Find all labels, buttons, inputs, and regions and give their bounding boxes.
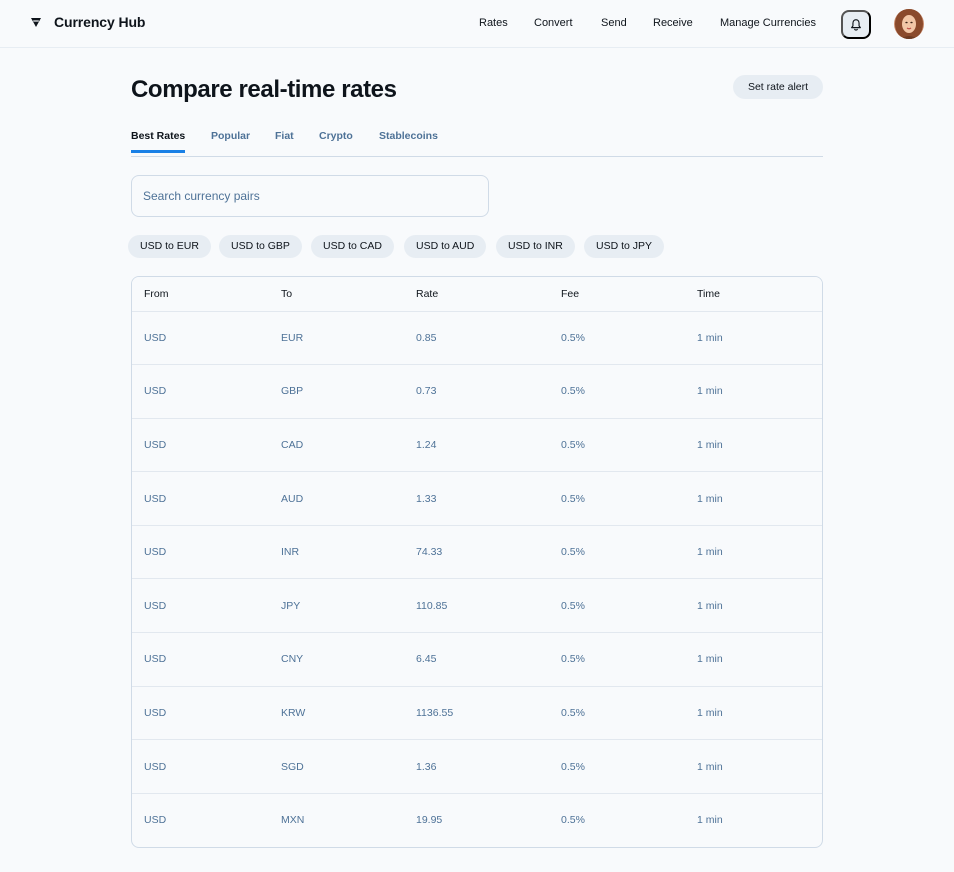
avatar-portrait <box>894 9 924 39</box>
cell-time: 1 min <box>685 364 822 419</box>
cell-fee: 0.5% <box>549 632 685 687</box>
page-title: Compare real-time rates <box>131 76 397 103</box>
cell-from: USD <box>132 524 269 579</box>
cell-fee: 0.5% <box>549 792 685 847</box>
user-avatar[interactable] <box>894 9 924 39</box>
main-nav: Rates Convert Send Receive Manage Curren… <box>0 17 954 33</box>
bell-icon <box>851 18 861 31</box>
tab-fiat[interactable]: Fiat <box>275 130 294 153</box>
cell-fee: 0.5% <box>549 364 685 419</box>
nav-link-manage-currencies[interactable]: Manage Currencies <box>720 17 816 29</box>
table-row[interactable]: USD INR 74.33 0.5% 1 min <box>132 524 822 579</box>
cell-from: USD <box>132 685 269 740</box>
table-header-row: From To Rate Fee Time <box>132 277 822 311</box>
cell-time: 1 min <box>685 471 822 526</box>
cell-to: EUR <box>269 310 404 365</box>
cell-to: AUD <box>269 471 404 526</box>
table-row[interactable]: USD GBP 0.73 0.5% 1 min <box>132 364 822 419</box>
cell-time: 1 min <box>685 578 822 633</box>
notifications-button[interactable] <box>841 10 871 39</box>
chip-usd-cad[interactable]: USD to CAD <box>311 235 394 258</box>
rates-table: From To Rate Fee Time USD EUR 0.85 0.5% … <box>131 276 823 848</box>
cell-rate: 1136.55 <box>404 685 549 740</box>
cell-to: CNY <box>269 632 404 687</box>
cell-fee: 0.5% <box>549 685 685 740</box>
table-row[interactable]: USD SGD 1.36 0.5% 1 min <box>132 739 822 794</box>
table-row[interactable]: USD CNY 6.45 0.5% 1 min <box>132 632 822 687</box>
tab-crypto[interactable]: Crypto <box>319 130 353 153</box>
table-row[interactable]: USD MXN 19.95 0.5% 1 min <box>132 792 822 847</box>
cell-from: USD <box>132 739 269 794</box>
chip-usd-inr[interactable]: USD to INR <box>496 235 575 258</box>
cell-from: USD <box>132 364 269 419</box>
cell-fee: 0.5% <box>549 310 685 365</box>
cell-to: SGD <box>269 739 404 794</box>
cell-fee: 0.5% <box>549 471 685 526</box>
cell-rate: 19.95 <box>404 792 549 847</box>
table-row[interactable]: USD AUD 1.33 0.5% 1 min <box>132 471 822 526</box>
cell-rate: 74.33 <box>404 524 549 579</box>
nav-link-rates[interactable]: Rates <box>479 17 508 29</box>
column-header-time: Time <box>685 277 822 311</box>
cell-rate: 1.36 <box>404 739 549 794</box>
cell-to: MXN <box>269 792 404 847</box>
cell-from: USD <box>132 578 269 633</box>
column-header-rate: Rate <box>404 277 549 311</box>
cell-from: USD <box>132 792 269 847</box>
category-tabs: Best Rates Popular Fiat Crypto Stablecoi… <box>131 120 823 157</box>
column-header-from: From <box>132 277 269 311</box>
cell-rate: 1.24 <box>404 417 549 472</box>
top-navigation-bar: Currency Hub Rates Convert Send Receive … <box>0 0 954 48</box>
cell-time: 1 min <box>685 739 822 794</box>
cell-time: 1 min <box>685 792 822 847</box>
cell-to: GBP <box>269 364 404 419</box>
cell-from: USD <box>132 310 269 365</box>
tab-stablecoins[interactable]: Stablecoins <box>379 130 438 153</box>
cell-rate: 6.45 <box>404 632 549 687</box>
cell-fee: 0.5% <box>549 578 685 633</box>
column-header-fee: Fee <box>549 277 685 311</box>
cell-time: 1 min <box>685 685 822 740</box>
cell-to: INR <box>269 524 404 579</box>
cell-to: CAD <box>269 417 404 472</box>
column-header-to: To <box>269 277 404 311</box>
nav-link-convert[interactable]: Convert <box>534 17 573 29</box>
cell-from: USD <box>132 471 269 526</box>
cell-rate: 1.33 <box>404 471 549 526</box>
table-row[interactable]: USD CAD 1.24 0.5% 1 min <box>132 417 822 472</box>
cell-fee: 0.5% <box>549 739 685 794</box>
nav-link-receive[interactable]: Receive <box>653 17 693 29</box>
cell-from: USD <box>132 632 269 687</box>
table-row[interactable]: USD EUR 0.85 0.5% 1 min <box>132 310 822 365</box>
cell-fee: 0.5% <box>549 417 685 472</box>
cell-rate: 0.85 <box>404 310 549 365</box>
cell-from: USD <box>132 417 269 472</box>
chip-usd-eur[interactable]: USD to EUR <box>128 235 211 258</box>
cell-rate: 110.85 <box>404 578 549 633</box>
chip-usd-aud[interactable]: USD to AUD <box>404 235 487 258</box>
tab-popular[interactable]: Popular <box>211 130 250 153</box>
cell-fee: 0.5% <box>549 524 685 579</box>
tab-best-rates[interactable]: Best Rates <box>131 130 186 153</box>
set-rate-alert-button[interactable]: Set rate alert <box>733 75 823 99</box>
search-input[interactable] <box>131 175 489 217</box>
cell-time: 1 min <box>685 417 822 472</box>
chip-usd-gbp[interactable]: USD to GBP <box>219 235 302 258</box>
cell-time: 1 min <box>685 632 822 687</box>
nav-link-send[interactable]: Send <box>601 17 627 29</box>
cell-time: 1 min <box>685 524 822 579</box>
cell-to: JPY <box>269 578 404 633</box>
cell-to: KRW <box>269 685 404 740</box>
cell-rate: 0.73 <box>404 364 549 419</box>
table-row[interactable]: USD JPY 110.85 0.5% 1 min <box>132 578 822 633</box>
cell-time: 1 min <box>685 310 822 365</box>
table-row[interactable]: USD KRW 1136.55 0.5% 1 min <box>132 685 822 740</box>
chip-usd-jpy[interactable]: USD to JPY <box>584 235 665 258</box>
